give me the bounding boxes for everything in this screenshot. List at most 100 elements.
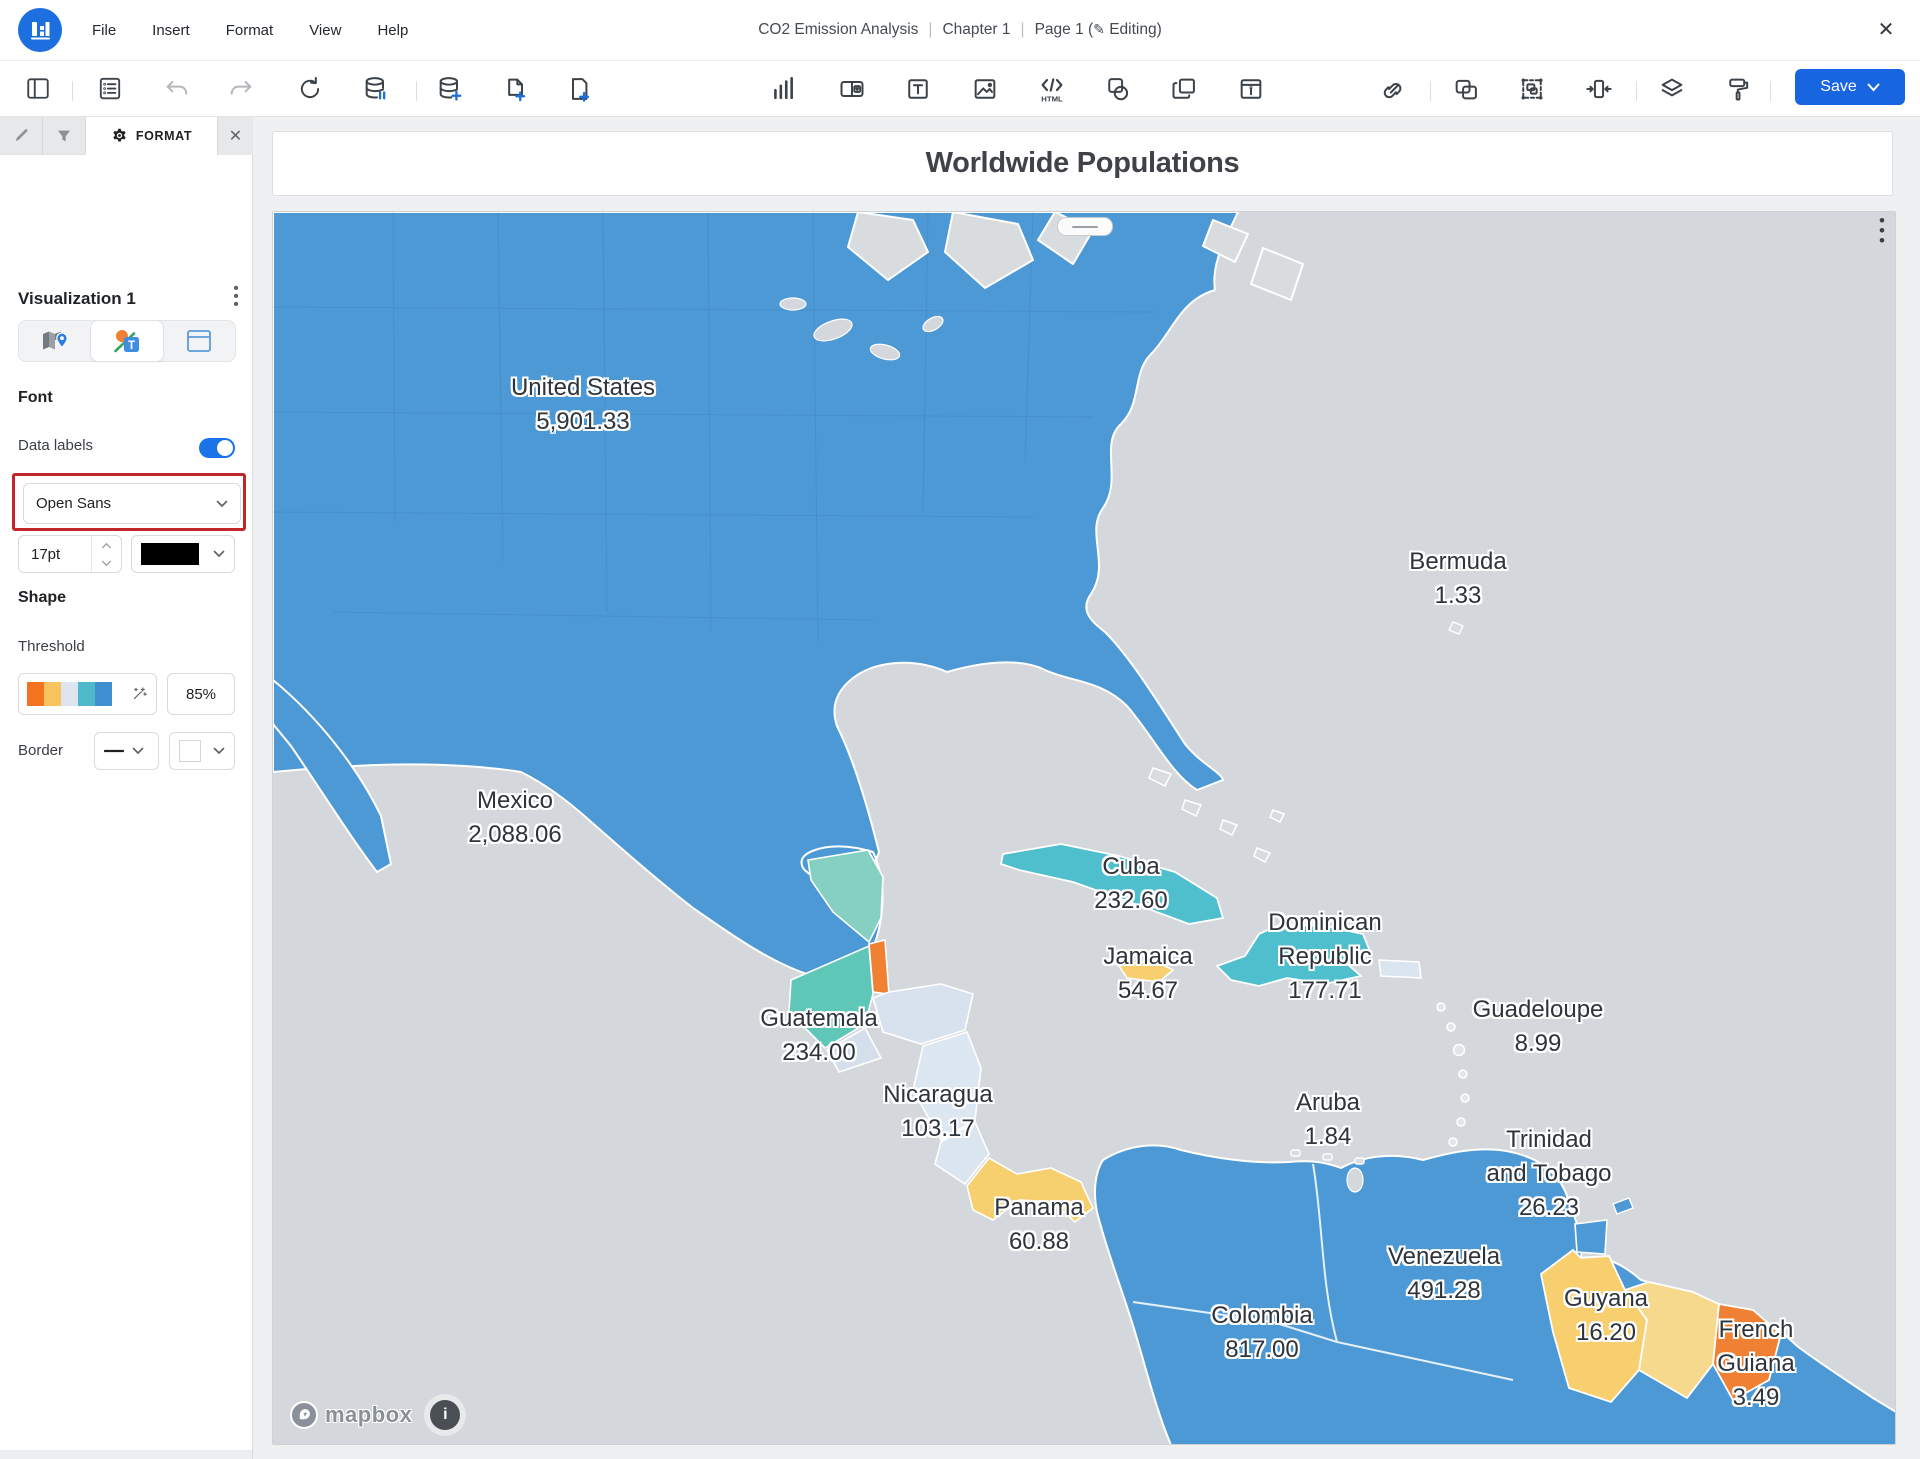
threshold-value-input[interactable]: 85% <box>167 673 235 715</box>
layout-style-tab[interactable] <box>163 321 235 361</box>
visualization-menu-icon[interactable]: ••• <box>226 285 246 309</box>
window-close-icon[interactable]: ✕ <box>1874 18 1898 42</box>
threshold-color-swatch <box>95 682 112 706</box>
menu-bar: File Insert Format View Help CO2 Emissio… <box>0 0 1920 61</box>
map-visualization[interactable]: ••• <box>272 211 1896 1445</box>
svg-text:T: T <box>128 339 135 351</box>
outline-button[interactable] <box>97 75 127 105</box>
threshold-color-swatch <box>44 682 61 706</box>
document-title: CO2 Emission Analysis|Chapter 1|Page 1 (… <box>0 21 1920 39</box>
data-labels-label: Data labels <box>18 437 93 454</box>
panel-close-icon[interactable]: ✕ <box>218 116 253 155</box>
mapbox-logo[interactable]: mapbox <box>289 1400 412 1430</box>
choropleth-map[interactable] <box>273 212 1896 1445</box>
border-color-select[interactable] <box>169 732 235 770</box>
chapter-name[interactable]: Chapter 1 <box>942 21 1010 38</box>
chevron-down-icon <box>213 550 225 558</box>
font-size-value: 17pt <box>19 546 60 563</box>
threshold-color-swatch <box>78 682 95 706</box>
combine-shapes-button[interactable] <box>1452 75 1482 105</box>
insert-shape-button[interactable] <box>1104 75 1134 105</box>
insert-info-widget-button[interactable] <box>1237 75 1267 105</box>
panel-tabs: FORMAT ✕ <box>0 116 253 155</box>
font-color-swatch <box>141 543 199 565</box>
map-pin-icon <box>40 328 70 354</box>
insert-image-button[interactable] <box>971 75 1001 105</box>
refresh-button[interactable] <box>296 75 326 105</box>
editing-pencil-icon: ✎ <box>1093 21 1105 37</box>
insert-html-button[interactable]: HTML <box>1037 75 1067 105</box>
font-family-select[interactable]: Open Sans <box>23 483 241 524</box>
copy-widget-button[interactable] <box>1170 75 1200 105</box>
stepper-up-icon[interactable] <box>92 536 121 554</box>
chevron-down-icon <box>1867 83 1880 92</box>
toolbar: HTML Save <box>0 61 1920 117</box>
chevron-down-icon <box>132 747 144 755</box>
font-size-input[interactable]: 17pt <box>18 535 122 573</box>
group-selection-button[interactable] <box>1518 75 1548 105</box>
font-section-heading: Font <box>18 389 53 407</box>
editor-canvas[interactable]: Worldwide Populations ••• <box>253 117 1920 1459</box>
region-puerto-rico[interactable] <box>1379 960 1421 978</box>
theme-paint-button[interactable] <box>1725 75 1755 105</box>
stepper-down-icon[interactable] <box>92 554 121 572</box>
lake-maracaibo <box>1347 1168 1363 1192</box>
layers-button[interactable] <box>1658 75 1688 105</box>
insert-control-button[interactable] <box>838 75 868 105</box>
widget-drag-handle[interactable] <box>1057 217 1113 236</box>
insert-chart-button[interactable] <box>770 75 800 105</box>
panel-footer <box>0 1450 252 1459</box>
map-style-tab[interactable] <box>19 321 91 361</box>
region-trinidad[interactable] <box>1575 1220 1607 1254</box>
threshold-color-swatches <box>27 682 112 706</box>
add-data-button[interactable] <box>436 75 466 105</box>
data-labels-toggle[interactable] <box>199 438 235 458</box>
chevron-down-icon <box>213 747 225 755</box>
editing-label: Editing <box>1109 21 1156 38</box>
threshold-palette-select[interactable] <box>18 673 157 715</box>
map-attribution: mapbox i <box>289 1400 460 1430</box>
text-style-icon: T <box>112 328 142 355</box>
add-page-button[interactable] <box>566 75 596 105</box>
threshold-label: Threshold <box>18 638 85 655</box>
font-size-stepper[interactable] <box>91 536 121 572</box>
page-title-widget[interactable]: Worldwide Populations <box>272 131 1893 196</box>
magic-wand-icon <box>130 685 148 703</box>
redo-button[interactable] <box>227 75 257 105</box>
border-style-select[interactable] <box>94 732 159 770</box>
save-button[interactable]: Save <box>1795 69 1905 105</box>
document-name[interactable]: CO2 Emission Analysis <box>758 21 918 38</box>
page-name[interactable]: Page 1 <box>1035 21 1084 38</box>
page-title: Worldwide Populations <box>926 147 1240 180</box>
border-label: Border <box>18 742 63 759</box>
data-sources-button[interactable] <box>362 75 392 105</box>
map-info-icon[interactable]: i <box>430 1400 460 1430</box>
threshold-color-swatch <box>61 682 78 706</box>
line-style-icon <box>104 749 124 753</box>
visualization-title: Visualization 1 <box>18 289 136 309</box>
annotation-highlight-box: Open Sans <box>12 473 246 531</box>
gear-icon <box>111 127 128 144</box>
duplicate-page-button[interactable] <box>501 75 531 105</box>
pencil-icon <box>13 127 30 144</box>
format-panel: FORMAT ✕ Visualization 1 ••• T <box>0 117 253 1459</box>
font-family-value: Open Sans <box>36 495 111 512</box>
chevron-down-icon <box>216 500 228 508</box>
toggle-sidebar-button[interactable] <box>25 75 55 105</box>
shape-section-heading: Shape <box>18 589 66 607</box>
font-color-select[interactable] <box>131 535 235 573</box>
insert-text-button[interactable] <box>904 75 934 105</box>
map-menu-icon[interactable]: ••• <box>1869 216 1895 246</box>
undo-button[interactable] <box>163 75 193 105</box>
format-tab-label: FORMAT <box>136 129 192 143</box>
tab-format[interactable]: FORMAT <box>86 116 218 155</box>
visualization-type-switcher: T <box>18 320 236 362</box>
link-button[interactable] <box>1378 75 1408 105</box>
tab-edit[interactable] <box>0 116 43 155</box>
layout-panel-icon <box>186 329 212 353</box>
threshold-value-text: 85% <box>186 686 216 703</box>
tab-filter[interactable] <box>43 116 86 155</box>
text-style-tab[interactable]: T <box>91 321 163 361</box>
fit-width-button[interactable] <box>1585 75 1615 105</box>
threshold-color-swatch <box>27 682 44 706</box>
